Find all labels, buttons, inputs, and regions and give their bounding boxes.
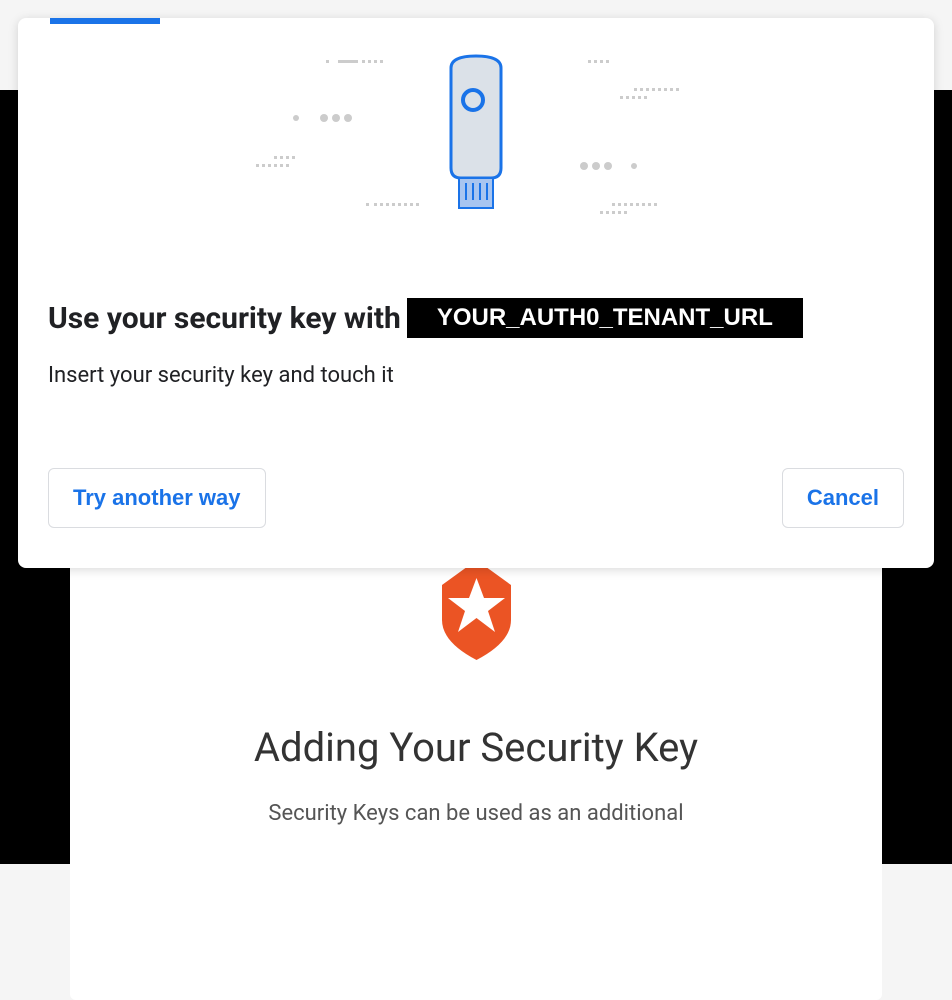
auth0-logo-icon [429, 560, 524, 664]
tenant-url-redacted: YOUR_AUTH0_TENANT_URL [407, 298, 803, 338]
dialog-title-prefix: Use your security key with [48, 301, 401, 336]
try-another-way-button[interactable]: Try another way [48, 468, 266, 528]
underlying-subtitle: Security Keys can be used as an addition… [120, 801, 832, 826]
cancel-button[interactable]: Cancel [782, 468, 904, 528]
security-key-dialog: Use your security key with YOUR_AUTH0_TE… [18, 18, 934, 568]
security-key-icon [226, 48, 726, 248]
dialog-actions: Try another way Cancel [48, 468, 904, 528]
underlying-enrollment-card: Adding Your Security Key Security Keys c… [70, 500, 882, 1000]
dialog-subtitle: Insert your security key and touch it [48, 363, 904, 388]
dialog-title: Use your security key with YOUR_AUTH0_TE… [48, 298, 904, 338]
security-key-illustration [48, 18, 904, 278]
underlying-title: Adding Your Security Key [120, 724, 832, 771]
